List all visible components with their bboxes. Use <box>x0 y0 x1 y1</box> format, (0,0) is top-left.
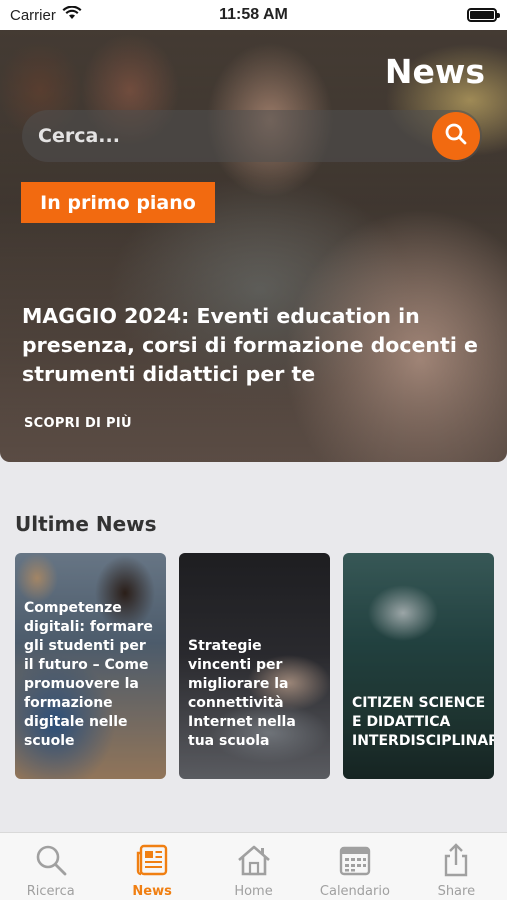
search-bar <box>22 110 482 162</box>
battery-icon <box>467 8 500 22</box>
status-time: 11:58 AM <box>219 6 288 23</box>
news-card[interactable]: Competenze digitali: formare gli student… <box>15 553 166 779</box>
status-left: Carrier <box>10 5 82 24</box>
news-card-title: Strategie vincenti per migliorare la con… <box>188 638 296 749</box>
share-icon <box>439 843 473 881</box>
featured-headline[interactable]: MAGGIO 2024: Eventi education in presenz… <box>22 302 482 389</box>
tab-label: Calendario <box>319 884 390 899</box>
tab-bar: Ricerca News Home Calendario Share <box>0 832 507 900</box>
featured-badge: In primo piano <box>21 182 215 223</box>
discover-more-link[interactable]: SCOPRI DI PIÙ <box>24 416 132 431</box>
tab-share[interactable]: Share <box>406 833 507 900</box>
status-bar: Carrier 11:58 AM <box>0 0 507 30</box>
carrier-label: Carrier <box>10 6 56 24</box>
search-input[interactable] <box>22 125 412 147</box>
tab-home[interactable]: Home <box>203 833 304 900</box>
tab-ricerca[interactable]: Ricerca <box>0 833 101 900</box>
news-icon <box>135 843 169 881</box>
news-card-title: CITIZEN SCIENCE E DIDATTICA INTERDISCIPL… <box>352 695 494 749</box>
latest-news-title: Ultime News <box>15 512 157 536</box>
wifi-icon <box>62 5 82 24</box>
news-card-title: Competenze digitali: formare gli student… <box>24 600 153 749</box>
tab-calendario[interactable]: Calendario <box>304 833 405 900</box>
hero-overlay <box>0 30 507 462</box>
tab-label: Share <box>437 884 476 899</box>
tab-label: News <box>132 884 172 899</box>
latest-news-section: Ultime News Competenze digitali: formare… <box>0 462 507 830</box>
news-card[interactable]: CITIZEN SCIENCE E DIDATTICA INTERDISCIPL… <box>343 553 494 779</box>
tab-label: Ricerca <box>26 884 75 899</box>
tab-label: Home <box>234 884 273 899</box>
news-card[interactable]: Strategie vincenti per migliorare la con… <box>179 553 330 779</box>
home-icon <box>236 843 272 881</box>
search-icon <box>444 122 468 150</box>
search-button[interactable] <box>432 112 480 160</box>
tab-news[interactable]: News <box>101 833 202 900</box>
featured-hero[interactable]: News In primo piano MAGGIO 2024: Eventi … <box>0 30 507 462</box>
page-title: News <box>384 52 485 91</box>
search-icon <box>34 843 68 881</box>
calendar-icon <box>338 843 372 881</box>
